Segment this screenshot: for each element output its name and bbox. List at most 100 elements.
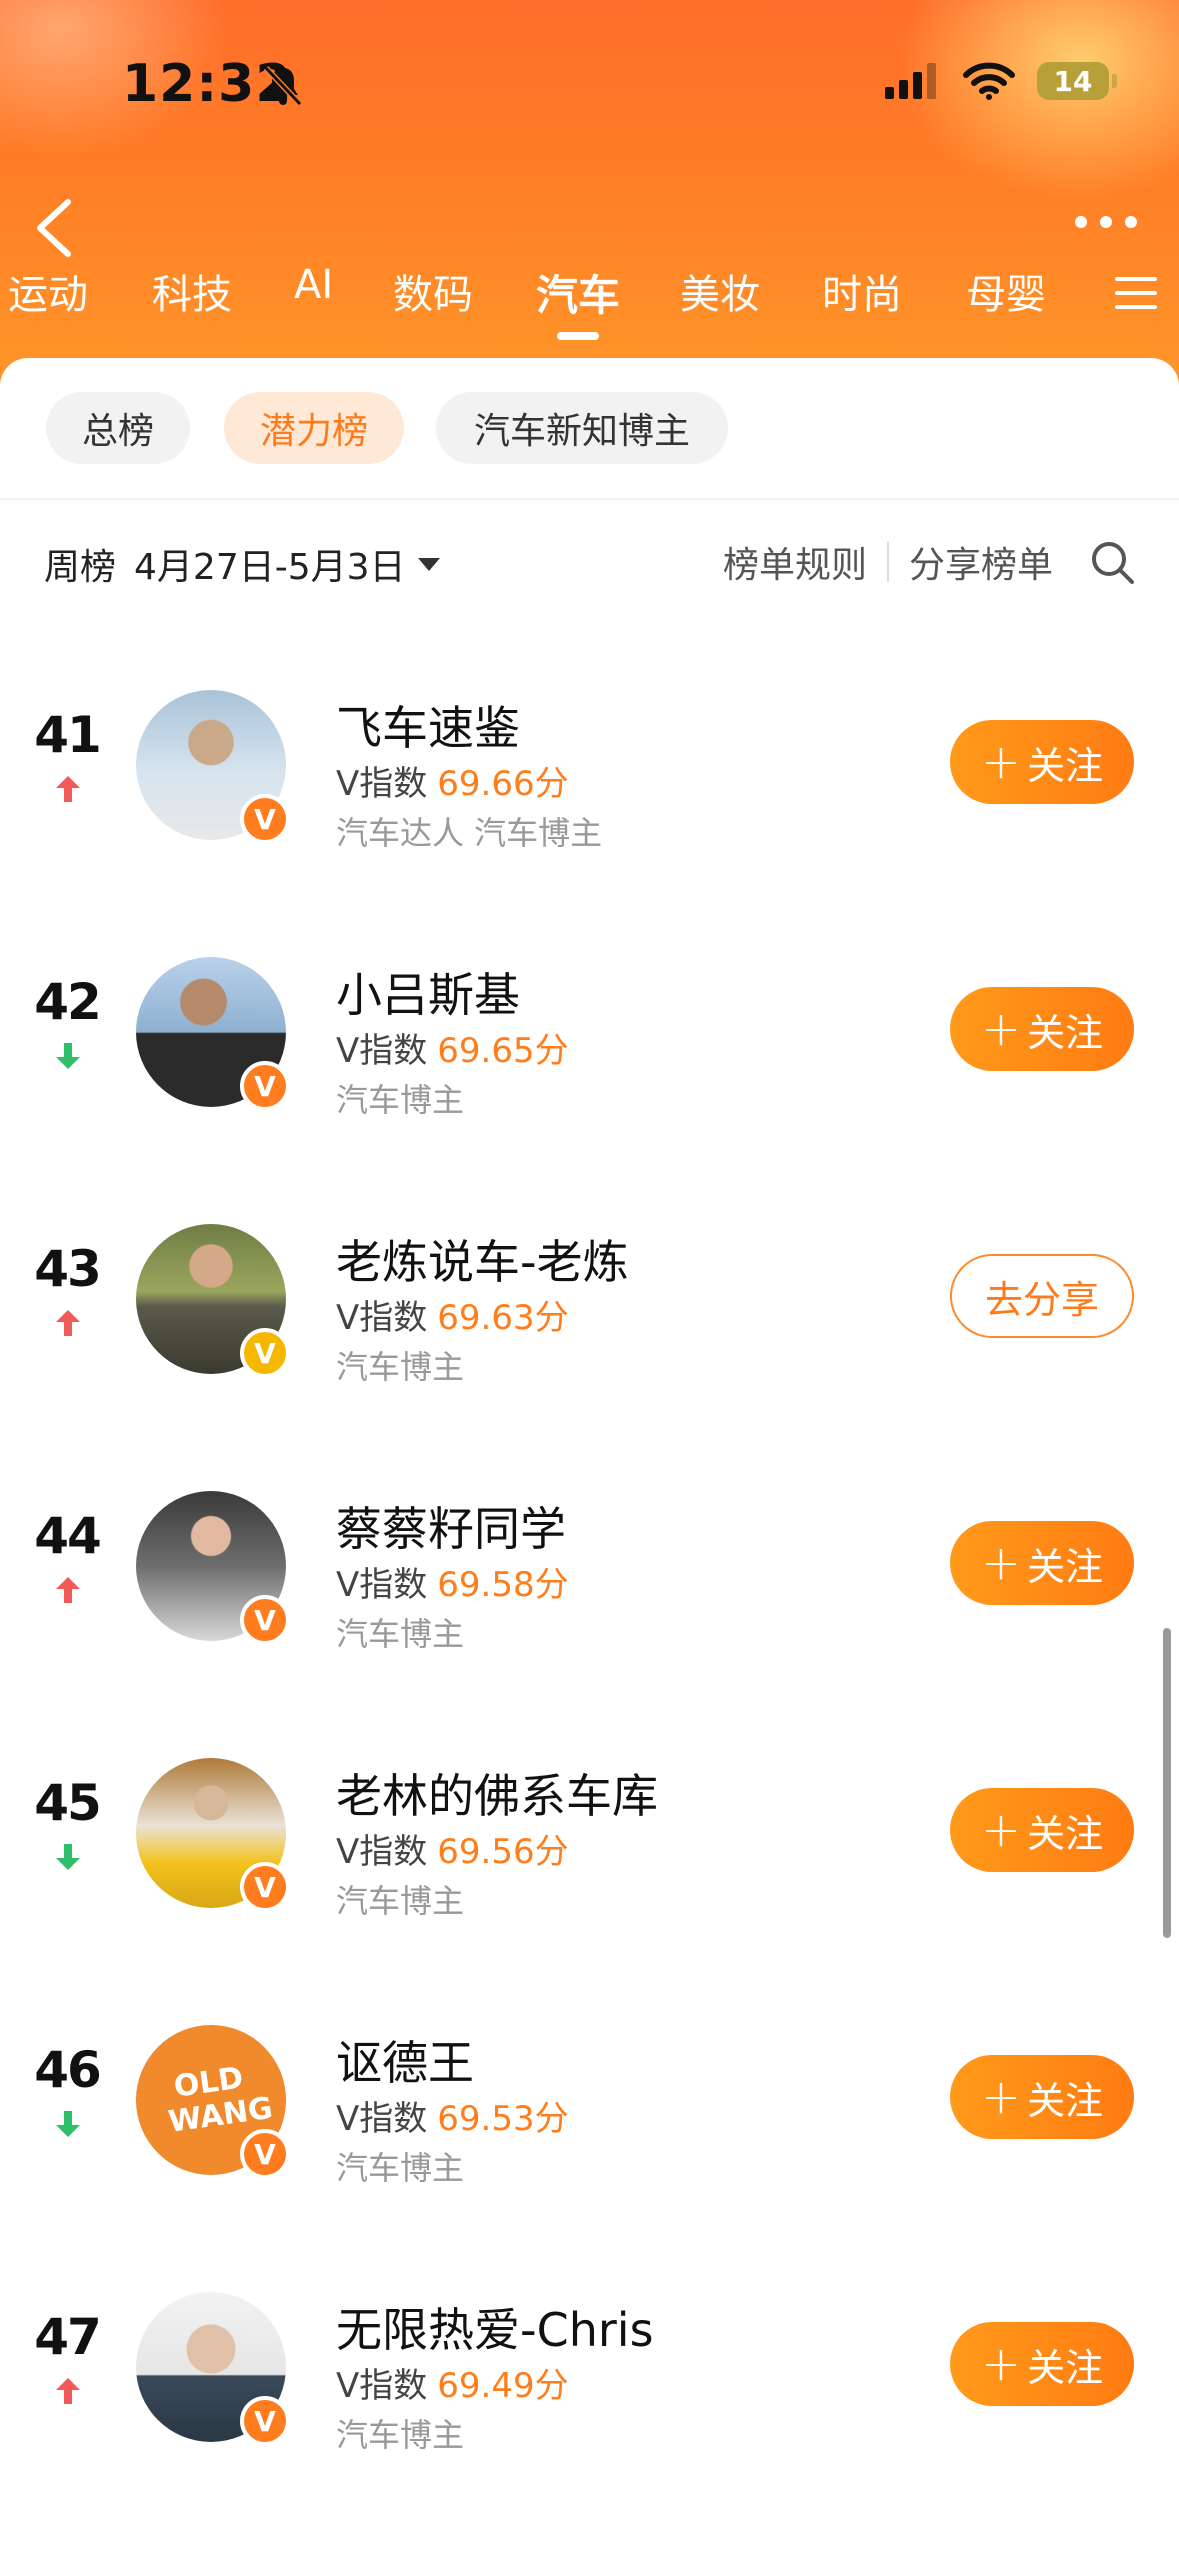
v-index: V指数 69.66分 xyxy=(336,756,569,805)
table-row[interactable]: 43 V 老炼说车-老炼 V指数 69.63分 汽车博主 去分享 xyxy=(0,1224,1179,1424)
share-button[interactable]: 去分享 xyxy=(950,1254,1134,1338)
blogger-name[interactable]: 老林的佛系车库 xyxy=(336,1760,658,1826)
table-row[interactable]: 42 V 小吕斯基 V指数 69.65分 汽车博主 + 关注 xyxy=(0,957,1179,1157)
v-index-score: 69.65分 xyxy=(437,1031,569,1071)
blogger-name[interactable]: 飞车速鉴 xyxy=(336,692,520,758)
more-icon[interactable] xyxy=(1071,210,1141,234)
bell-muted-icon xyxy=(263,65,303,107)
blogger-name[interactable]: 蔡蔡籽同学 xyxy=(336,1493,566,1559)
tab-tech[interactable]: 科技 xyxy=(152,262,232,320)
status-right: 14 xyxy=(885,62,1117,100)
battery-icon: 14 xyxy=(1037,62,1117,100)
verified-badge-icon: V xyxy=(240,1061,290,1111)
trend-down-icon xyxy=(56,2111,80,2137)
blogger-tags: 汽车博主 xyxy=(336,1615,465,1653)
v-index-label: V指数 xyxy=(336,2366,428,2406)
blogger-tags: 汽车达人 汽车博主 xyxy=(336,814,603,852)
v-index: V指数 69.49分 xyxy=(336,2358,569,2407)
v-index: V指数 69.53分 xyxy=(336,2091,569,2140)
plus-icon: + xyxy=(980,734,1022,790)
header: 12:32 14 运动 科技 AI 数码 汽车 美妆 时尚 母婴 xyxy=(0,0,1179,420)
verified-badge-text: V xyxy=(254,802,276,836)
v-index-label: V指数 xyxy=(336,2099,428,2139)
follow-button[interactable]: + 关注 xyxy=(950,1521,1134,1605)
chip-auto-new-knowledge[interactable]: 汽车新知博主 xyxy=(436,392,728,464)
scrollbar[interactable] xyxy=(1163,1628,1171,1938)
v-index-score: 69.53分 xyxy=(437,2099,569,2139)
back-icon[interactable] xyxy=(30,196,80,260)
verified-badge-text: V xyxy=(254,2404,276,2438)
caret-down-icon xyxy=(417,557,440,571)
tab-sports[interactable]: 运动 xyxy=(8,262,88,320)
trend-down-icon xyxy=(56,1844,80,1870)
blogger-tags: 汽车博主 xyxy=(336,1348,465,1386)
v-index-score: 69.49分 xyxy=(437,2366,569,2406)
blogger-name[interactable]: 小吕斯基 xyxy=(336,959,520,1025)
trend-up-icon xyxy=(56,1577,80,1603)
table-row[interactable]: 47 V 无限热爱-Chris V指数 69.49分 汽车博主 + 关注 xyxy=(0,2292,1179,2492)
verified-badge-icon: V xyxy=(240,1595,290,1645)
follow-button-label: 关注 xyxy=(1027,1010,1104,1055)
v-index-score: 69.66分 xyxy=(437,764,569,804)
blogger-name[interactable]: 老炼说车-老炼 xyxy=(336,1226,629,1292)
tab-fashion[interactable]: 时尚 xyxy=(822,262,902,320)
table-row[interactable]: 44 V 蔡蔡籽同学 V指数 69.58分 汽车博主 + 关注 xyxy=(0,1491,1179,1691)
v-index: V指数 69.58分 xyxy=(336,1557,569,1606)
search-icon[interactable] xyxy=(1089,539,1135,585)
rank-number: 46 xyxy=(34,2041,102,2099)
menu-icon[interactable] xyxy=(1115,275,1157,311)
blogger-tags: 汽车博主 xyxy=(336,2149,465,2187)
divider xyxy=(0,498,1179,500)
chip-potential[interactable]: 潜力榜 xyxy=(224,392,404,464)
trend-up-icon xyxy=(56,1310,80,1336)
verified-badge-text: V xyxy=(254,1069,276,1103)
plus-icon: + xyxy=(980,1802,1022,1858)
verified-badge-text: V xyxy=(254,1870,276,1904)
battery-level: 14 xyxy=(1053,64,1093,98)
trend-up-icon xyxy=(56,2378,80,2404)
blogger-name[interactable]: 无限热爱-Chris xyxy=(336,2294,654,2360)
tab-auto[interactable]: 汽车 xyxy=(536,262,620,323)
v-index: V指数 69.56分 xyxy=(336,1824,569,1873)
follow-button[interactable]: + 关注 xyxy=(950,720,1134,804)
tab-beauty[interactable]: 美妆 xyxy=(680,262,760,320)
v-index-label: V指数 xyxy=(336,1832,428,1872)
blogger-tags: 汽车博主 xyxy=(336,1882,465,1920)
rank-number: 45 xyxy=(34,1774,102,1832)
follow-button[interactable]: + 关注 xyxy=(950,1788,1134,1872)
table-row[interactable]: 41 V 飞车速鉴 V指数 69.66分 汽车达人 汽车博主 + 关注 xyxy=(0,690,1179,890)
trend-up-icon xyxy=(56,776,80,802)
blogger-name[interactable]: 讴德王 xyxy=(336,2027,474,2093)
follow-button-label: 关注 xyxy=(1027,1811,1104,1856)
tab-ai[interactable]: AI xyxy=(294,262,333,308)
verified-badge-text: V xyxy=(254,1336,276,1370)
v-index: V指数 69.63分 xyxy=(336,1290,569,1339)
share-button-label: 去分享 xyxy=(984,1277,1099,1322)
v-index-score: 69.58分 xyxy=(437,1565,569,1605)
signal-icon xyxy=(885,63,936,99)
v-index-label: V指数 xyxy=(336,1298,428,1338)
rank-number: 42 xyxy=(34,973,102,1031)
verified-badge-text: V xyxy=(254,2137,276,2171)
follow-button[interactable]: + 关注 xyxy=(950,2322,1134,2406)
chip-overall[interactable]: 总榜 xyxy=(46,392,190,464)
verified-badge-icon: V xyxy=(240,794,290,844)
tab-digital[interactable]: 数码 xyxy=(393,262,473,320)
plus-icon: + xyxy=(980,2069,1022,2125)
rank-number: 43 xyxy=(34,1240,102,1298)
v-index-label: V指数 xyxy=(336,1031,428,1071)
tab-mother-baby[interactable]: 母婴 xyxy=(966,262,1046,320)
follow-button[interactable]: + 关注 xyxy=(950,987,1134,1071)
verified-badge-icon: V xyxy=(240,1328,290,1378)
table-row[interactable]: 46 OLD WANG V 讴德王 V指数 69.53分 汽车博主 + 关注 xyxy=(0,2025,1179,2225)
rules-link[interactable]: 榜单规则 xyxy=(723,536,867,588)
share-list-link[interactable]: 分享榜单 xyxy=(909,536,1053,588)
v-index-label: V指数 xyxy=(336,1565,428,1605)
rank-number: 41 xyxy=(34,706,102,764)
week-selector[interactable]: 周榜 4月27日-5月3日 xyxy=(44,538,440,590)
week-label: 周榜 xyxy=(44,547,117,588)
v-index-score: 69.56分 xyxy=(437,1832,569,1872)
table-row[interactable]: 45 V 老林的佛系车库 V指数 69.56分 汽车博主 + 关注 xyxy=(0,1758,1179,1958)
follow-button[interactable]: + 关注 xyxy=(950,2055,1134,2139)
ranking-panel: 总榜 潜力榜 汽车新知博主 周榜 4月27日-5月3日 榜单规则 分享榜单 xyxy=(0,358,1179,2556)
